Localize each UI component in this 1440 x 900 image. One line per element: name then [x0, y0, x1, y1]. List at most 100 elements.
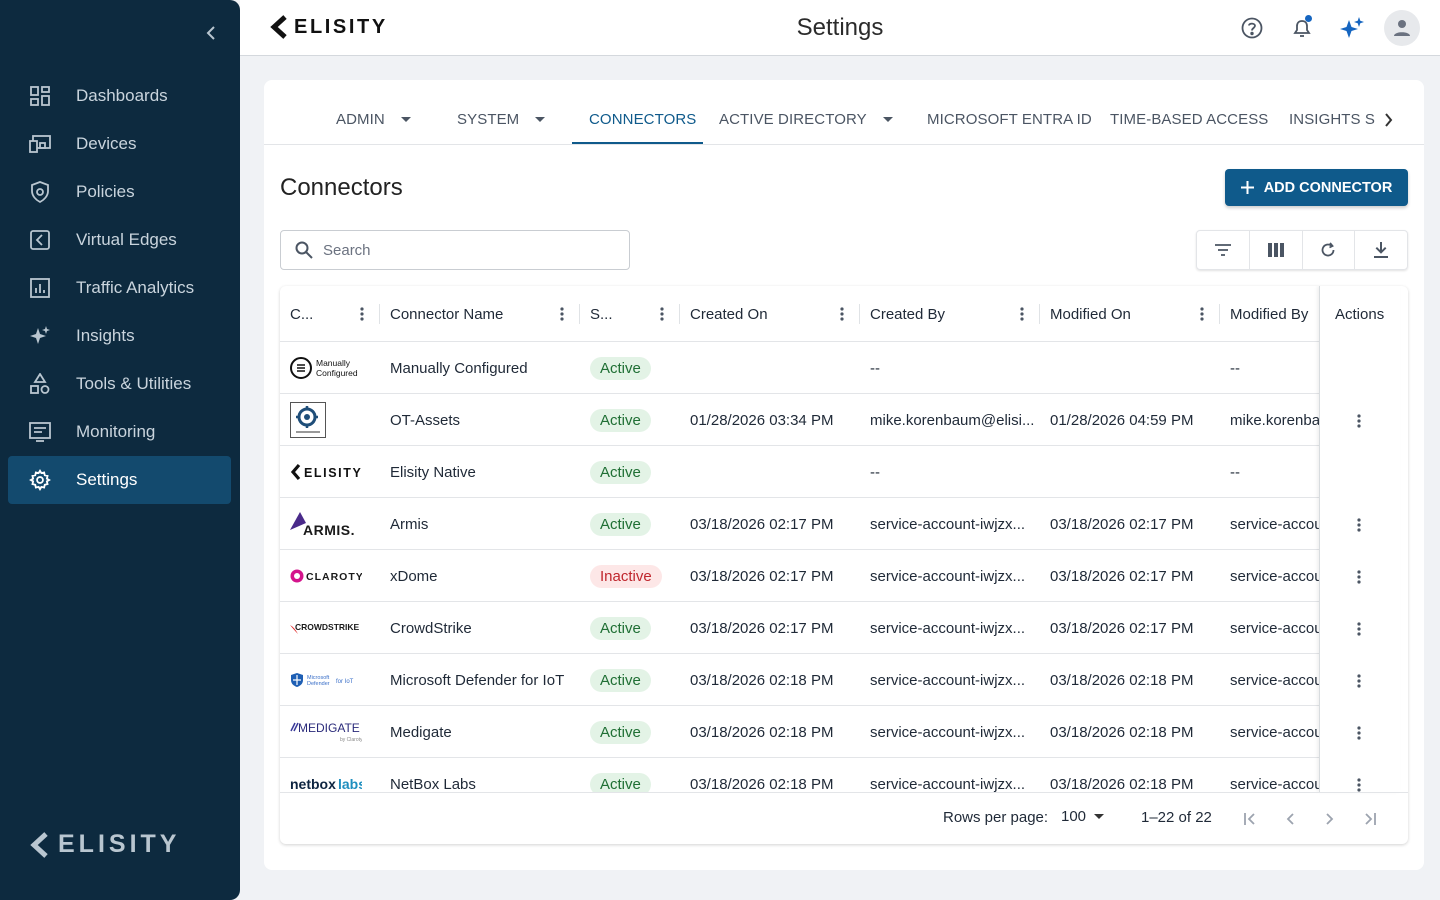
column-header-actions: Actions: [1335, 305, 1385, 323]
plus-icon: [1240, 181, 1254, 194]
sidebar-item-policies[interactable]: Policies: [8, 168, 231, 216]
connector-logo-crowdstrike: CROWDSTRIKE: [290, 602, 370, 654]
svg-text:netbox: netbox: [290, 776, 336, 792]
column-menu-icon[interactable]: [552, 304, 572, 324]
status-badge: Inactive: [590, 564, 662, 588]
sidebar-item-traffic-analytics[interactable]: Traffic Analytics: [8, 264, 231, 312]
row-actions-button[interactable]: [1349, 515, 1369, 535]
sidebar-item-virtual-edges[interactable]: Virtual Edges: [8, 216, 231, 264]
column-menu-icon[interactable]: [352, 304, 372, 324]
svg-text:CLAROTY: CLAROTY: [306, 571, 362, 583]
row-actions-button[interactable]: [1349, 411, 1369, 431]
search-input[interactable]: [323, 241, 613, 259]
tab-active-directory[interactable]: ACTIVE DIRECTORY: [719, 111, 893, 128]
sidebar-item-devices[interactable]: Devices: [8, 120, 231, 168]
column-header-created-by[interactable]: Created By: [860, 286, 1040, 342]
svg-text:Manually: Manually: [316, 358, 351, 368]
column-header-modified-on[interactable]: Modified On: [1040, 286, 1220, 342]
tab-insights[interactable]: INSIGHTS S: [1289, 111, 1375, 128]
sidebar-item-monitoring[interactable]: Monitoring: [8, 408, 231, 456]
row-actions-button[interactable]: [1349, 619, 1369, 639]
table-row[interactable]: OT-Assets Active 01/28/2026 03:34 PM mik…: [280, 394, 1400, 446]
table-row[interactable]: CROWDSTRIKE CrowdStrike Active 03/18/202…: [280, 602, 1400, 654]
row-actions-button[interactable]: [1349, 671, 1369, 691]
tab-admin[interactable]: ADMIN: [336, 111, 411, 128]
status-badge: Active: [590, 772, 651, 792]
tools-icon: [28, 372, 52, 396]
column-menu-icon[interactable]: [832, 304, 852, 324]
row-actions-button[interactable]: [1349, 723, 1369, 743]
section-title: Connectors: [280, 174, 403, 201]
sidebar: Dashboards Devices Policies Virtual Edge…: [0, 0, 240, 900]
columns-button[interactable]: [1250, 231, 1303, 269]
more-vertical-icon: [1357, 570, 1361, 584]
collapse-sidebar-button[interactable]: [198, 20, 224, 46]
column-header-created-on[interactable]: Created On: [680, 286, 860, 342]
row-actions-button[interactable]: [1349, 567, 1369, 587]
help-button[interactable]: [1234, 10, 1270, 46]
status-badge: Active: [590, 460, 651, 484]
table-row[interactable]: Manually Configured Manually Configured A…: [280, 342, 1400, 394]
sidebar-item-label: Policies: [76, 182, 135, 201]
ai-assistant-button[interactable]: [1334, 10, 1370, 46]
column-menu-icon[interactable]: [652, 304, 672, 324]
rows-per-page-select[interactable]: 100: [1061, 808, 1105, 825]
last-page-button[interactable]: [1358, 807, 1382, 831]
refresh-button[interactable]: [1303, 231, 1356, 269]
table-row[interactable]: MEDIGATE by Claroty Medigate Active 03/18…: [280, 706, 1400, 758]
tab-microsoft-entra-id[interactable]: MICROSOFT ENTRA ID: [927, 111, 1092, 128]
devices-icon: [28, 132, 52, 156]
column-header-status[interactable]: S...: [580, 286, 680, 342]
sidebar-item-tools[interactable]: Tools & Utilities: [8, 360, 231, 408]
dashboard-icon: [28, 84, 52, 108]
connector-logo-netbox: netboxlabs: [290, 758, 370, 792]
virtual-edge-icon: [28, 228, 52, 252]
sidebar-item-insights[interactable]: Insights: [8, 312, 231, 360]
column-menu-icon[interactable]: [1192, 304, 1212, 324]
connector-logo-microsoft-defender: Microsoft Defender for IoT: [290, 654, 370, 706]
tabs-scroll-right-button[interactable]: [1378, 108, 1398, 132]
sidebar-item-label: Settings: [76, 470, 138, 489]
more-vertical-icon: [1357, 778, 1361, 792]
column-header-connector-name[interactable]: Connector Name: [380, 286, 580, 342]
table-row[interactable]: CLAROTY xDome Inactive 03/18/2026 02:17 …: [280, 550, 1400, 602]
topbar-actions: [1234, 10, 1420, 46]
tab-time-based-access[interactable]: TIME-BASED ACCESS: [1110, 111, 1268, 128]
sidebar-item-settings[interactable]: Settings: [8, 456, 231, 504]
shield-icon: [28, 180, 52, 204]
connector-logo-elisity: ELISITY: [290, 446, 370, 498]
column-header-modified-by[interactable]: Modified By: [1220, 286, 1320, 342]
table-row[interactable]: Microsoft Defender for IoT Microsoft Defen…: [280, 654, 1400, 706]
more-vertical-icon: [1357, 674, 1361, 688]
download-icon: [1374, 242, 1389, 258]
add-connector-button[interactable]: ADD CONNECTOR: [1225, 169, 1408, 206]
sparkle-icon: [1340, 17, 1364, 38]
tab-connectors[interactable]: CONNECTORS: [589, 111, 696, 128]
sidebar-nav: Dashboards Devices Policies Virtual Edge…: [8, 72, 231, 504]
download-button[interactable]: [1355, 231, 1407, 269]
notification-dot: [1305, 15, 1312, 22]
first-page-button[interactable]: [1238, 807, 1262, 831]
avatar[interactable]: [1384, 10, 1420, 46]
table-row[interactable]: ARMIS. Armis Active 03/18/2026 02:17 PM …: [280, 498, 1400, 550]
sidebar-item-dashboards[interactable]: Dashboards: [8, 72, 231, 120]
caret-down-icon: [400, 117, 411, 122]
table-header: C... Connector Name S... Created On Crea…: [280, 286, 1400, 342]
column-header-category[interactable]: C...: [280, 286, 380, 342]
table-row[interactable]: ELISITY Elisity Native Active -- --: [280, 446, 1400, 498]
next-page-button[interactable]: [1318, 807, 1342, 831]
notifications-button[interactable]: [1284, 10, 1320, 46]
filter-button[interactable]: [1197, 231, 1250, 269]
svg-text:Defender: Defender: [307, 681, 330, 687]
analytics-icon: [28, 276, 52, 300]
previous-page-button[interactable]: [1278, 807, 1302, 831]
first-page-icon: [1244, 813, 1255, 825]
column-menu-icon[interactable]: [1012, 304, 1032, 324]
tab-system[interactable]: SYSTEM: [457, 111, 546, 128]
chevron-right-icon: [1384, 113, 1392, 127]
gear-icon: [28, 468, 52, 492]
monitor-icon: [28, 420, 52, 444]
caret-down-icon: [535, 117, 546, 122]
sidebar-item-label: Tools & Utilities: [76, 374, 192, 393]
table-row[interactable]: netboxlabs NetBox Labs Active 03/18/2026…: [280, 758, 1400, 792]
